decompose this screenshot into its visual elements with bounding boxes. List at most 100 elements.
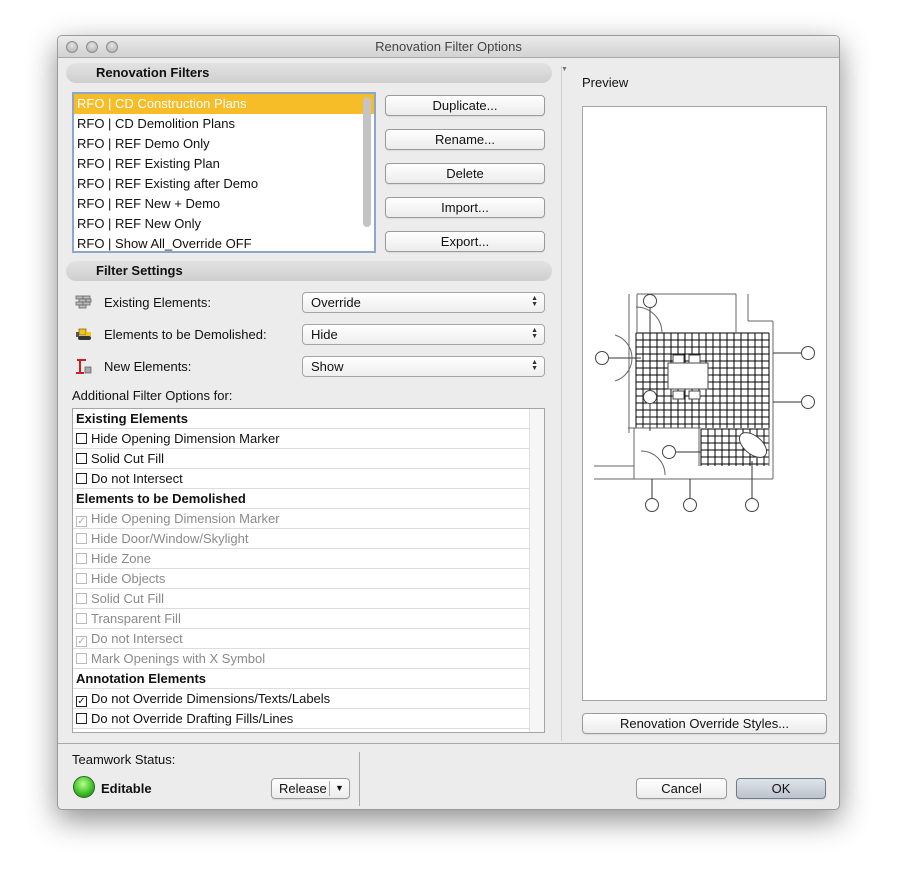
renovation-override-styles-button[interactable]: Renovation Override Styles... bbox=[582, 713, 827, 734]
option-row: Hide Objects bbox=[73, 569, 530, 589]
option-label: Solid Cut Fill bbox=[91, 591, 164, 606]
checkbox-checked: ✓ bbox=[76, 636, 87, 647]
export-button[interactable]: Export... bbox=[385, 231, 545, 252]
plan-line bbox=[688, 354, 701, 364]
minimize-window-button[interactable] bbox=[86, 41, 98, 53]
filter-list-item[interactable]: RFO | REF Existing Plan bbox=[74, 154, 374, 174]
option-label: Hide Objects bbox=[91, 571, 166, 586]
plan-line bbox=[801, 346, 815, 360]
checkbox bbox=[76, 533, 87, 544]
option-label: Do not Intersect bbox=[91, 471, 183, 486]
option-row[interactable]: Solid Cut Fill bbox=[73, 449, 530, 469]
option-row[interactable]: Do not Intersect bbox=[73, 469, 530, 489]
new-elements-select[interactable]: Show ▲ ▼ bbox=[302, 356, 545, 377]
option-group-header: Elements to be Demolished bbox=[73, 489, 530, 509]
ok-button[interactable]: OK bbox=[736, 778, 826, 799]
checkbox[interactable] bbox=[76, 433, 87, 444]
plan-line bbox=[672, 354, 685, 364]
plan-line bbox=[640, 450, 666, 476]
filter-list-item[interactable]: RFO | CD Demolition Plans bbox=[74, 114, 374, 134]
checkbox bbox=[76, 553, 87, 564]
select-value: Show bbox=[311, 359, 344, 374]
filter-settings-header[interactable]: Filter Settings bbox=[66, 261, 552, 281]
additional-filter-options-label: Additional Filter Options for: bbox=[72, 388, 233, 403]
duplicate-button[interactable]: Duplicate... bbox=[385, 95, 545, 116]
elements-to-be-demolished-label: Elements to be Demolished: bbox=[104, 327, 267, 342]
filter-list-item[interactable]: RFO | REF Demo Only bbox=[74, 134, 374, 154]
teamwork-status-value: Editable bbox=[101, 781, 152, 796]
bulldozer-icon bbox=[76, 328, 91, 340]
dropdown-arrow-icon[interactable]: ▼ bbox=[329, 781, 349, 796]
plan-line bbox=[635, 306, 663, 334]
elements-to-be-demolished-select[interactable]: Hide ▲ ▼ bbox=[302, 324, 545, 345]
up-down-arrows-icon: ▲ ▼ bbox=[531, 295, 538, 308]
release-label: Release bbox=[279, 781, 327, 796]
option-row[interactable]: Hide Opening Dimension Marker bbox=[73, 429, 530, 449]
list-scrollbar[interactable] bbox=[363, 97, 371, 227]
rename-button[interactable]: Rename... bbox=[385, 129, 545, 150]
filter-list-item[interactable]: RFO | REF Existing after Demo bbox=[74, 174, 374, 194]
checkbox-checked[interactable]: ✓ bbox=[76, 696, 87, 707]
teamwork-status-label: Teamwork Status: bbox=[72, 752, 176, 767]
additional-filter-options-table[interactable]: Existing Elements Hide Opening Dimension … bbox=[72, 408, 545, 733]
checkbox bbox=[76, 573, 87, 584]
filter-list-item[interactable]: RFO | REF New + Demo bbox=[74, 194, 374, 214]
pane-splitter[interactable]: ▼ bbox=[561, 66, 568, 741]
checkbox bbox=[76, 653, 87, 664]
checkbox[interactable] bbox=[76, 713, 87, 724]
plan-line bbox=[672, 390, 685, 400]
renovation-filters-header[interactable]: Renovation Filters bbox=[66, 63, 552, 83]
delete-button[interactable]: Delete bbox=[385, 163, 545, 184]
window-title: Renovation Filter Options bbox=[375, 39, 522, 54]
divider bbox=[58, 743, 839, 744]
checkbox[interactable] bbox=[76, 453, 87, 464]
option-label: Solid Cut Fill bbox=[91, 451, 164, 466]
plan-line bbox=[683, 498, 697, 512]
checkbox-checked: ✓ bbox=[76, 516, 87, 527]
plan-line bbox=[801, 395, 815, 409]
select-value: Override bbox=[311, 295, 361, 310]
plan-line bbox=[645, 498, 659, 512]
existing-elements-select[interactable]: Override ▲ ▼ bbox=[302, 292, 545, 313]
plan-line bbox=[688, 390, 701, 400]
option-label: Do not Override Dimensions/Texts/Labels bbox=[91, 691, 331, 706]
zoom-window-button[interactable] bbox=[106, 41, 118, 53]
filter-list-item[interactable]: RFO | Show All_Override OFF bbox=[74, 234, 374, 251]
close-window-button[interactable] bbox=[66, 41, 78, 53]
plan-line bbox=[643, 294, 657, 308]
option-row: ✓ Do not Intersect bbox=[73, 629, 530, 649]
option-group-header: Annotation Elements bbox=[73, 669, 530, 689]
filter-list-item[interactable]: RFO | REF New Only bbox=[74, 214, 374, 234]
option-row[interactable]: ✓ Do not Override Dimensions/Texts/Labels bbox=[73, 689, 530, 709]
cancel-button[interactable]: Cancel bbox=[636, 778, 727, 799]
preview-panel bbox=[582, 106, 827, 701]
crane-icon bbox=[76, 359, 92, 374]
floor-plan-preview bbox=[594, 293, 815, 512]
option-row: Hide Door/Window/Skylight bbox=[73, 529, 530, 549]
import-button[interactable]: Import... bbox=[385, 197, 545, 218]
status-indicator-icon bbox=[73, 776, 95, 798]
option-label: Hide Door/Window/Skylight bbox=[91, 531, 249, 546]
checkbox bbox=[76, 593, 87, 604]
option-group-header: Existing Elements bbox=[73, 409, 530, 429]
option-row[interactable]: Do not Override Drafting Fills/Lines bbox=[73, 709, 530, 729]
filter-list-item[interactable]: RFO | CD Construction Plans bbox=[74, 94, 374, 114]
option-label: Hide Opening Dimension Marker bbox=[91, 431, 280, 446]
existing-elements-label: Existing Elements: bbox=[104, 295, 211, 310]
option-row: Solid Cut Fill bbox=[73, 589, 530, 609]
preview-label: Preview bbox=[582, 75, 629, 90]
up-down-arrows-icon: ▲ ▼ bbox=[531, 327, 538, 340]
title-bar: Renovation Filter Options bbox=[58, 36, 839, 58]
plan-line bbox=[745, 498, 759, 512]
checkbox[interactable] bbox=[76, 473, 87, 484]
plan-line bbox=[595, 351, 609, 365]
up-down-arrows-icon: ▲ ▼ bbox=[531, 359, 538, 372]
splitter-arrow-icon: ▼ bbox=[561, 66, 568, 73]
plan-line bbox=[643, 390, 657, 404]
plan-line bbox=[667, 362, 709, 390]
plan-line bbox=[662, 445, 676, 459]
renovation-filters-list[interactable]: RFO | CD Construction Plans RFO | CD Demo… bbox=[72, 92, 376, 253]
release-button[interactable]: Release ▼ bbox=[271, 778, 350, 799]
options-scrollbar[interactable] bbox=[529, 409, 544, 732]
option-label: Do not Intersect bbox=[91, 631, 183, 646]
